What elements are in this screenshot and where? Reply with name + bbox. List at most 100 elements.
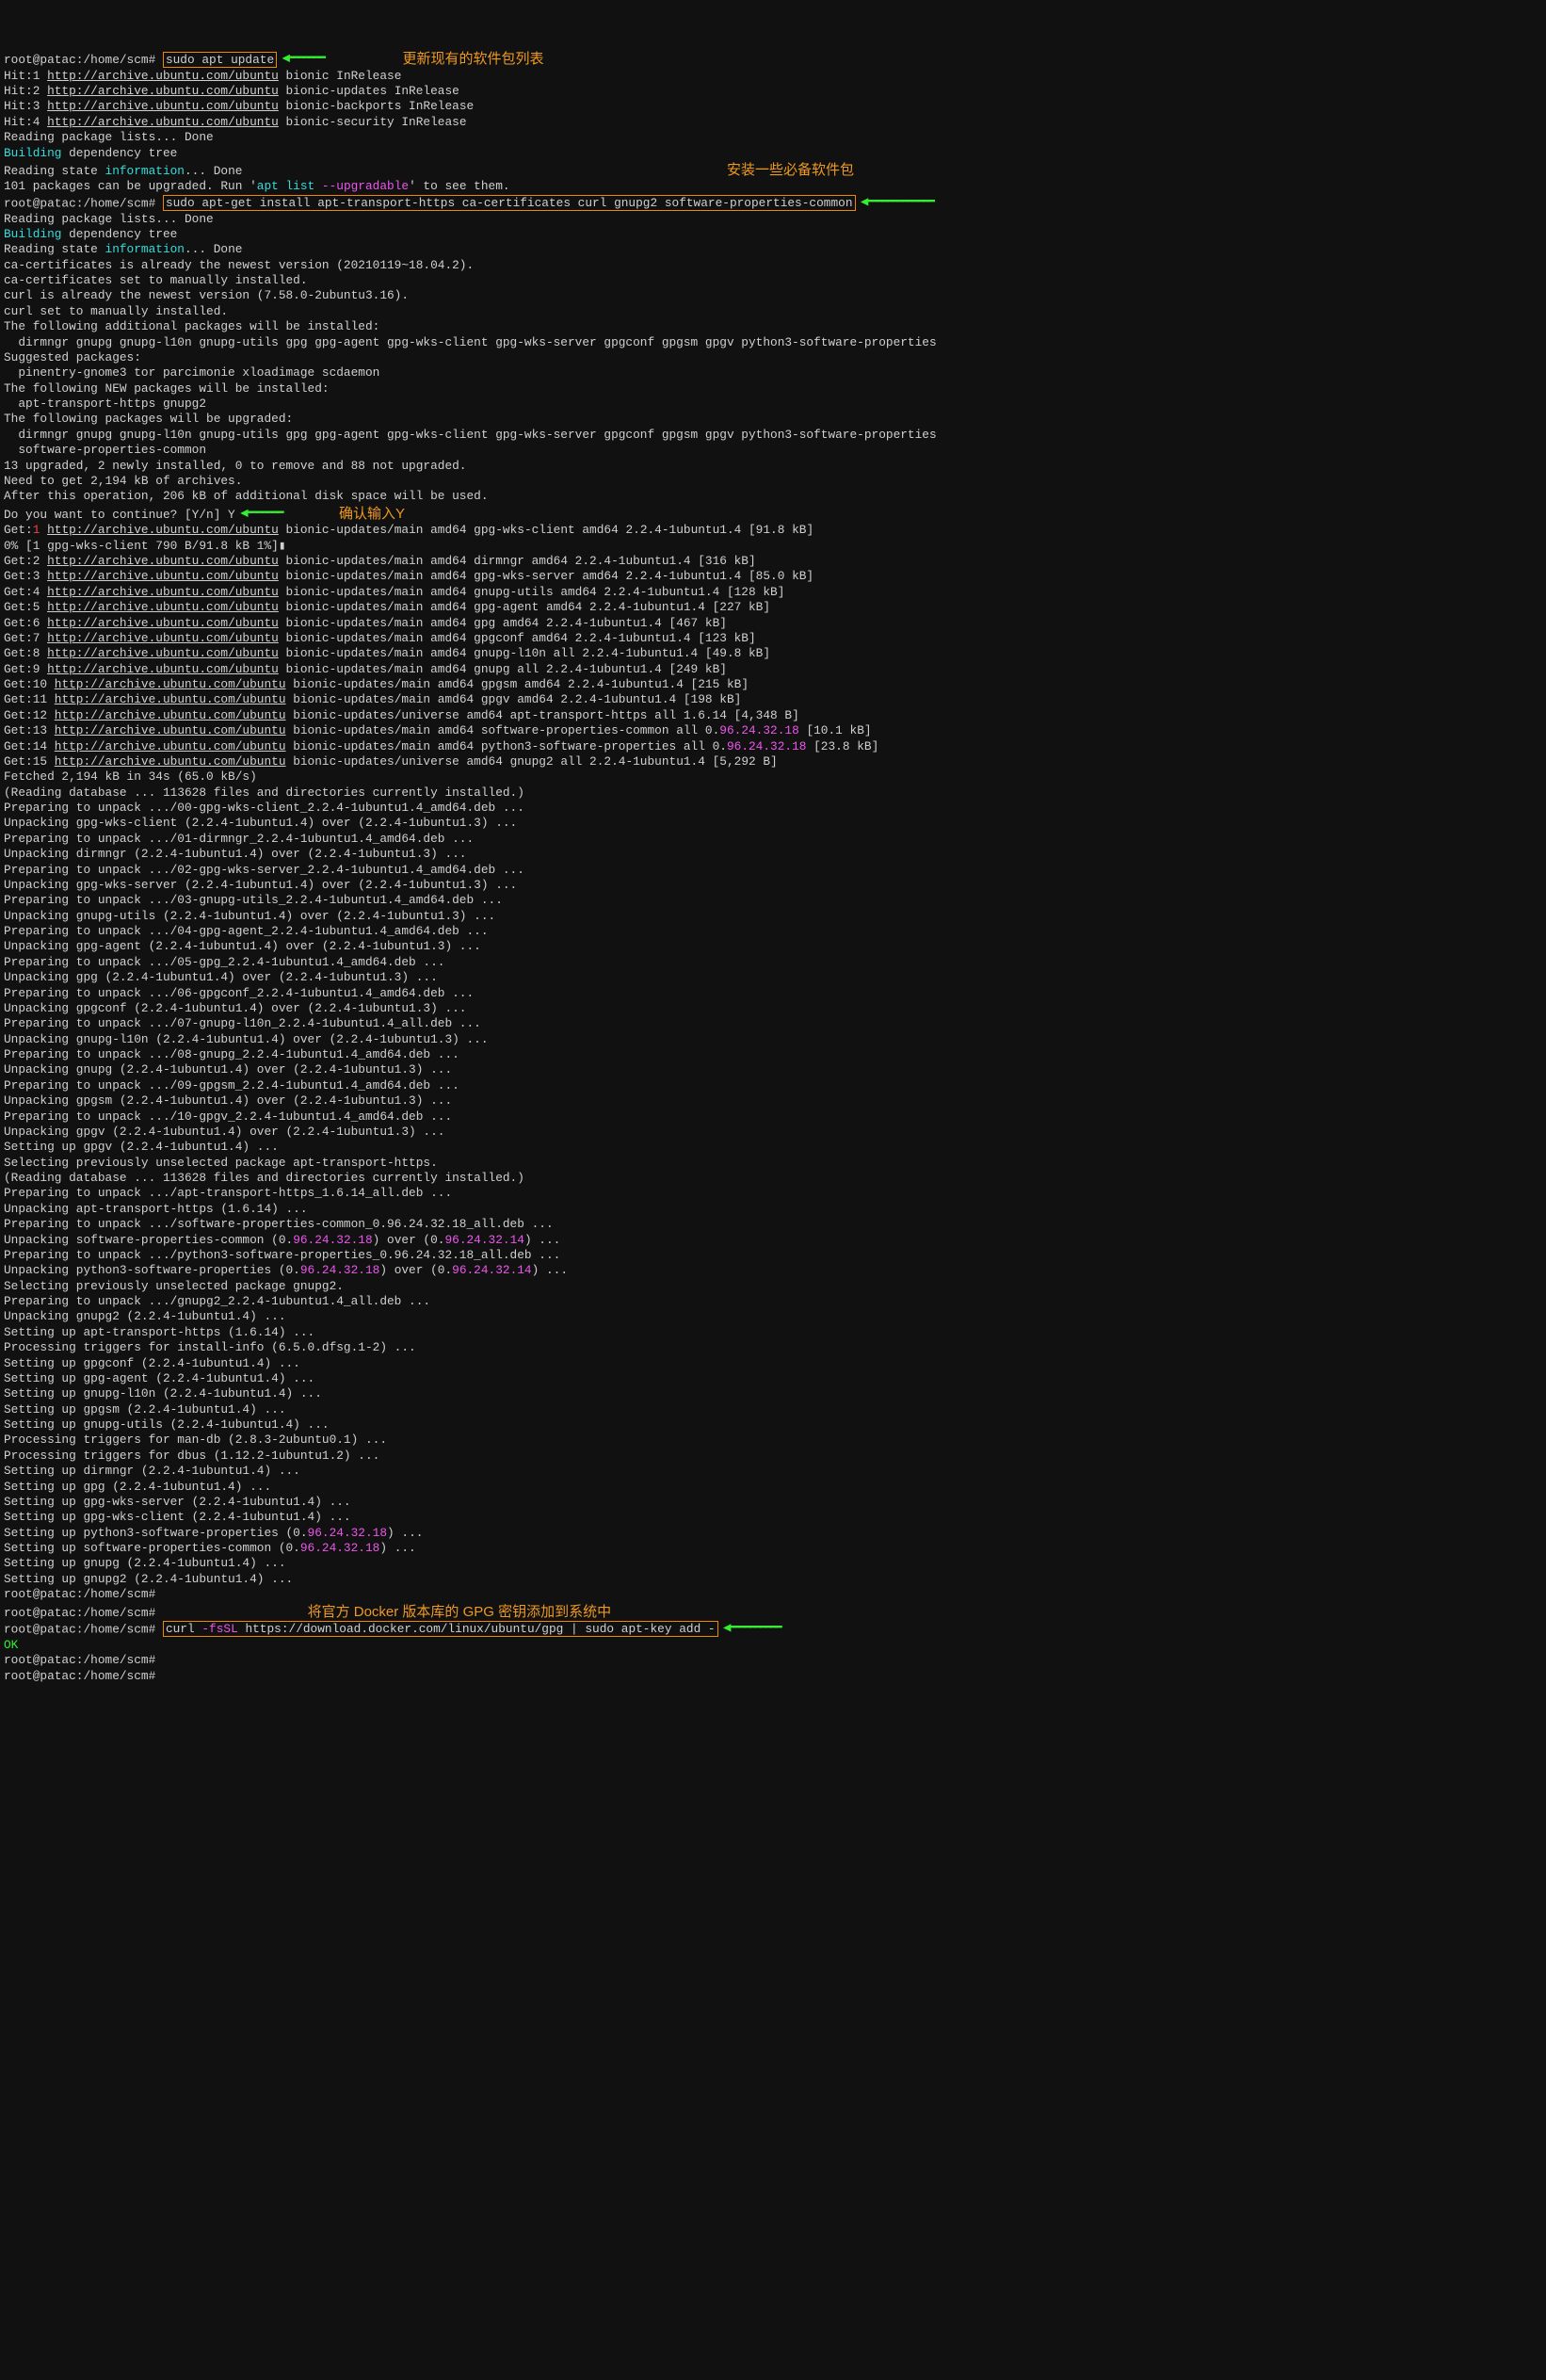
terminal-output[interactable]: root@patac:/home/scm# sudo apt update ◀━…: [4, 50, 1542, 1684]
output-line: ) ...: [532, 1263, 568, 1277]
output-line: Get:7: [4, 631, 47, 645]
output-line: The following NEW packages will be insta…: [4, 381, 330, 396]
output-line: Get:2: [4, 554, 47, 568]
output-line: 96.24.32.18: [300, 1263, 379, 1277]
repo-url: http://archive.ubuntu.com/ubuntu: [47, 523, 279, 537]
repo-url: http://archive.ubuntu.com/ubuntu: [47, 616, 279, 630]
output-line: The following packages will be upgraded:: [4, 412, 293, 426]
output-line: bionic InRelease: [279, 69, 402, 83]
output-line: bionic-updates/main amd64 dirmngr amd64 …: [279, 554, 756, 568]
prompt: root@patac:/home/scm#: [4, 1587, 155, 1601]
repo-url: http://archive.ubuntu.com/ubuntu: [47, 600, 279, 614]
output-line: 96.24.32.14: [444, 1233, 523, 1247]
output-line: ) over (0.: [373, 1233, 445, 1247]
output-line: Reading package lists... Done: [4, 212, 214, 226]
output-line: bionic-updates/main amd64 gpgsm amd64 2.…: [286, 677, 749, 691]
repo-url: http://archive.ubuntu.com/ubuntu: [47, 646, 279, 660]
output-line: [40, 523, 47, 537]
output-line: Get:12: [4, 708, 55, 722]
repo-url: http://archive.ubuntu.com/ubuntu: [55, 692, 286, 706]
output-line: Get:6: [4, 616, 47, 630]
output-line: ca-certificates is already the newest ve…: [4, 258, 474, 272]
output-line: bionic-updates/main amd64 gpg-wks-server…: [279, 569, 813, 583]
output-line: Hit:1: [4, 69, 47, 83]
output-line: 96.24.32.18: [300, 1541, 379, 1555]
prompt: root@patac:/home/scm#: [4, 1622, 163, 1636]
output-line: bionic-updates/main amd64 gnupg-utils am…: [279, 585, 785, 599]
repo-url: http://archive.ubuntu.com/ubuntu: [47, 585, 279, 599]
output-line: Get:11: [4, 692, 55, 706]
output-block: Selecting previously unselected package …: [4, 1279, 430, 1525]
output-line: Setting up software-properties-common (0…: [4, 1541, 300, 1555]
output-line: Hit:2: [4, 84, 47, 98]
output-line: ... Done: [185, 242, 242, 256]
output-line: dirmngr gnupg gnupg-l10n gnupg-utils gpg…: [4, 335, 937, 349]
output-line: apt list: [257, 179, 322, 193]
output-line: Building: [4, 146, 61, 160]
output-line: Get:: [4, 523, 33, 537]
output-line: bionic-updates/universe amd64 apt-transp…: [286, 708, 799, 722]
annotation-2: 安装一些必备软件包: [727, 162, 854, 178]
output-line: bionic-updates/main amd64 gpg amd64 2.2.…: [279, 616, 727, 630]
prompt: root@patac:/home/scm#: [4, 1653, 155, 1667]
prompt: root@patac:/home/scm#: [4, 1669, 155, 1683]
repo-url: http://archive.ubuntu.com/ubuntu: [47, 569, 279, 583]
cmd-apt-install: sudo apt-get install apt-transport-https…: [163, 195, 856, 211]
repo-url: http://archive.ubuntu.com/ubuntu: [47, 99, 279, 113]
repo-url: http://archive.ubuntu.com/ubuntu: [55, 723, 286, 737]
arrow-icon: ◀━━━━━━━━━━━━━: [856, 195, 932, 210]
output-line: Get:10: [4, 677, 55, 691]
prompt: root@patac:/home/scm#: [4, 53, 163, 67]
output-line: bionic-security InRelease: [279, 115, 467, 129]
annotation-3: 确认输入Y: [339, 506, 405, 522]
output-line: bionic-updates/main amd64 gpg-agent amd6…: [279, 600, 770, 614]
output-line: ) ...: [524, 1233, 560, 1247]
repo-url: http://archive.ubuntu.com/ubuntu: [47, 631, 279, 645]
arrow-icon: ◀━━━━━━━: [277, 52, 323, 67]
repo-url: http://archive.ubuntu.com/ubuntu: [47, 69, 279, 83]
output-line: bionic-updates/main amd64 gnupg all 2.2.…: [279, 662, 727, 676]
output-line: ) ...: [379, 1541, 415, 1555]
output-line: Unpacking software-properties-common (0.: [4, 1233, 293, 1247]
output-line: Hit:4: [4, 115, 47, 129]
confirm-prompt: Do you want to continue? [Y/n] Y: [4, 508, 235, 522]
output-line: After this operation, 206 kB of addition…: [4, 489, 489, 503]
output-line: [10.1 kB]: [799, 723, 872, 737]
output-line: dependency tree: [61, 146, 177, 160]
output-line: bionic-updates/main amd64 gnupg-l10n all…: [279, 646, 770, 660]
output-line: information: [105, 242, 185, 256]
output-line: ) over (0.: [379, 1263, 452, 1277]
output-line: --upgradable: [322, 179, 409, 193]
output-line: curl is already the newest version (7.58…: [4, 288, 409, 302]
output-line: bionic-updates/main amd64 gpg-wks-client…: [279, 523, 813, 537]
output-line: pinentry-gnome3 tor parcimonie xloadimag…: [4, 365, 379, 380]
output-line: bionic-updates/main amd64 python3-softwa…: [286, 739, 727, 753]
annotation-1: 更新现有的软件包列表: [402, 51, 543, 67]
repo-url: http://archive.ubuntu.com/ubuntu: [47, 84, 279, 98]
output-line: [23.8 kB]: [806, 739, 878, 753]
repo-url: http://archive.ubuntu.com/ubuntu: [47, 662, 279, 676]
output-line: software-properties-common: [4, 443, 206, 457]
output-line: information: [105, 164, 185, 178]
output-line: 13 upgraded, 2 newly installed, 0 to rem…: [4, 459, 466, 473]
output-line: 101 packages can be upgraded. Run ': [4, 179, 257, 193]
output-line: Get:13: [4, 723, 55, 737]
output-line: Setting up gnupg (2.2.4-1ubuntu1.4) ...: [4, 1556, 286, 1570]
output-line: Building: [4, 227, 61, 241]
repo-url: http://archive.ubuntu.com/ubuntu: [47, 554, 279, 568]
output-line: Suggested packages:: [4, 350, 141, 364]
progress-line: 0% [1 gpg-wks-client 790 B/91.8 kB 1%]▮: [4, 539, 286, 553]
annotation-4: 将官方 Docker 版本库的 GPG 密钥添加到系统中: [308, 1604, 612, 1620]
output-line: 96.24.32.18: [308, 1526, 387, 1540]
arrow-icon: ◀━━━━━━━: [235, 506, 282, 521]
output-line: Get:14: [4, 739, 55, 753]
output-line: Reading state: [4, 242, 105, 256]
output-line: 96.24.32.18: [293, 1233, 372, 1247]
output-line: Get:5: [4, 600, 47, 614]
output-line: bionic-updates/universe amd64 gnupg2 all…: [286, 754, 778, 769]
output-line: Reading state: [4, 164, 105, 178]
output-line: 96.24.32.18: [719, 723, 798, 737]
output-line: Unpacking python3-software-properties (0…: [4, 1263, 300, 1277]
output-line: ) ...: [387, 1526, 423, 1540]
output-line: Get:4: [4, 585, 47, 599]
